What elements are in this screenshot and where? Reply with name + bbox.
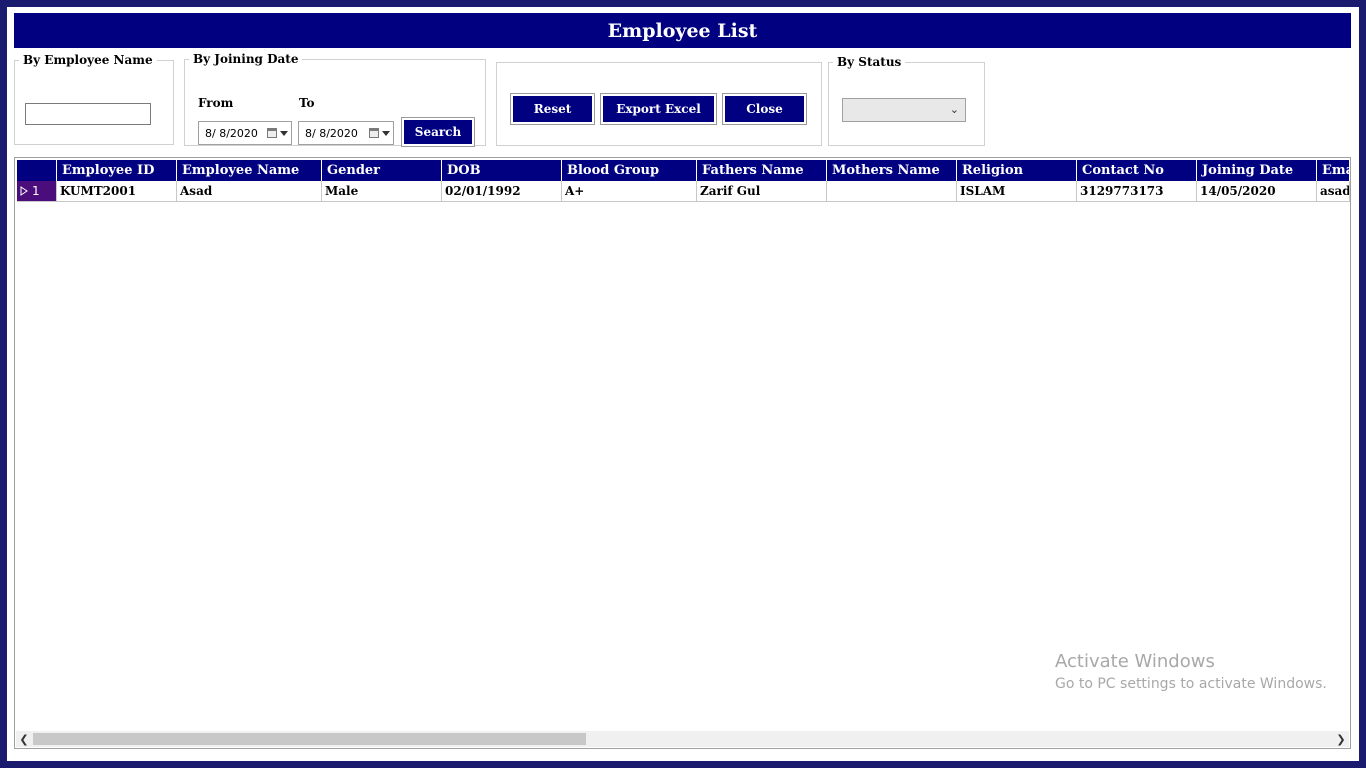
table-cell[interactable]: 14/05/2020: [1197, 181, 1317, 202]
column-header[interactable]: Employee Name: [177, 160, 322, 181]
column-header[interactable]: DOB: [442, 160, 562, 181]
page-title: Employee List: [14, 13, 1351, 48]
column-header[interactable]: Joining Date: [1197, 160, 1317, 181]
from-date-value: 8/ 8/2020: [205, 126, 258, 140]
table-cell[interactable]: A+: [562, 181, 697, 202]
reset-button-frame: Reset: [510, 93, 595, 125]
table-cell[interactable]: [827, 181, 957, 202]
column-header[interactable]: Mothers Name: [827, 160, 957, 181]
name-filter-legend: By Employee Name: [23, 53, 153, 67]
column-header[interactable]: Religion: [957, 160, 1077, 181]
table-cell[interactable]: KUMT2001: [57, 181, 177, 202]
name-filter-group: By Employee Name: [14, 53, 174, 145]
horizontal-scrollbar[interactable]: ❮ ❯: [16, 731, 1349, 747]
to-label: To: [299, 96, 315, 110]
column-header[interactable]: Employee ID: [57, 160, 177, 181]
to-date-value: 8/ 8/2020: [305, 126, 358, 140]
table-cell[interactable]: ISLAM: [957, 181, 1077, 202]
table-cell[interactable]: 3129773173: [1077, 181, 1197, 202]
table-cell[interactable]: Asad: [177, 181, 322, 202]
row-header[interactable]: 1: [17, 181, 57, 202]
activation-watermark: Activate Windows Go to PC settings to ac…: [1055, 651, 1327, 692]
dropdown-arrow-icon: [382, 131, 390, 136]
calendar-icon: [369, 128, 379, 138]
table-cell[interactable]: Male: [322, 181, 442, 202]
dropdown-arrow-icon: [280, 131, 288, 136]
to-date-picker[interactable]: 8/ 8/2020: [298, 121, 394, 145]
row-number: 1: [32, 183, 40, 198]
table-cell[interactable]: asad.s: [1317, 181, 1350, 202]
status-legend: By Status: [837, 55, 902, 69]
chevron-down-icon: ⌄: [949, 103, 959, 116]
column-header[interactable]: Emai: [1317, 160, 1350, 181]
export-button-frame: Export Excel: [600, 93, 717, 125]
search-button[interactable]: Search: [404, 120, 472, 144]
from-label: From: [198, 96, 234, 110]
export-excel-button[interactable]: Export Excel: [603, 96, 714, 122]
table-row[interactable]: 1 KUMT2001 Asad Male 02/01/1992 A+ Zarif…: [17, 181, 1350, 202]
joining-date-legend: By Joining Date: [193, 52, 299, 66]
close-button-frame: Close: [722, 93, 807, 125]
close-button[interactable]: Close: [725, 96, 804, 122]
column-header[interactable]: Blood Group: [562, 160, 697, 181]
column-header[interactable]: Fathers Name: [697, 160, 827, 181]
scrollbar-thumb[interactable]: [33, 733, 586, 745]
row-header-corner: [17, 160, 57, 181]
search-button-frame: Search: [401, 117, 475, 147]
status-select[interactable]: ⌄: [842, 98, 966, 122]
table-cell[interactable]: Zarif Gul: [697, 181, 827, 202]
scroll-left-icon[interactable]: ❮: [16, 731, 32, 747]
reset-button[interactable]: Reset: [513, 96, 592, 122]
watermark-subtitle: Go to PC settings to activate Windows.: [1055, 676, 1327, 692]
table-cell[interactable]: 02/01/1992: [442, 181, 562, 202]
joining-date-group: By Joining Date From To 8/ 8/2020 8/ 8/2…: [184, 52, 486, 147]
scroll-right-icon[interactable]: ❯: [1333, 731, 1349, 747]
row-pointer-icon: [20, 186, 28, 196]
employee-name-input[interactable]: [25, 103, 151, 125]
column-header[interactable]: Contact No: [1077, 160, 1197, 181]
watermark-title: Activate Windows: [1055, 651, 1215, 672]
grid-header: Employee ID Employee Name Gender DOB Blo…: [17, 160, 1350, 181]
calendar-icon: [267, 128, 277, 138]
status-group: By Status ⌄: [828, 55, 985, 146]
actions-group: Reset Export Excel Close: [496, 62, 822, 146]
from-date-picker[interactable]: 8/ 8/2020: [198, 121, 292, 145]
column-header[interactable]: Gender: [322, 160, 442, 181]
